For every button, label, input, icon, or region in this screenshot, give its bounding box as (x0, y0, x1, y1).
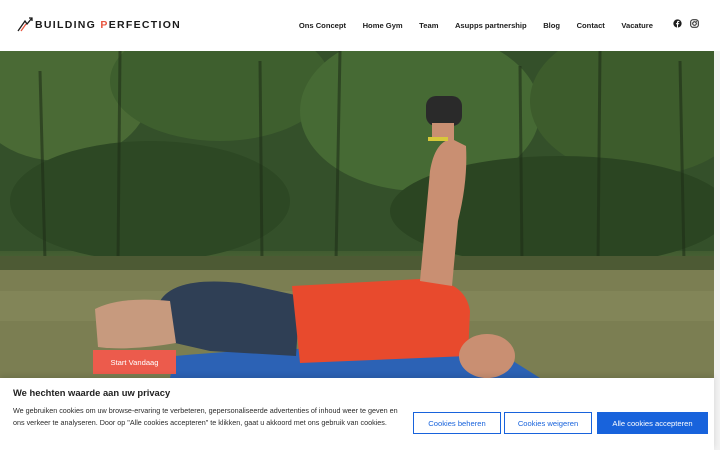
logo-text: BUILDING PERFECTION (35, 19, 182, 31)
nav-blog[interactable]: Blog (543, 21, 560, 30)
cookie-title: We hechten waarde aan uw privacy (13, 387, 171, 398)
accept-all-cookies-button[interactable]: Alle cookies accepteren (597, 412, 708, 434)
hero-photo (0, 51, 714, 378)
nav-vacature[interactable]: Vacature (621, 21, 653, 30)
site-header: BUILDING PERFECTION Ons Concept Home Gym… (0, 0, 720, 51)
cookie-text: We gebruiken cookies om uw browse-ervari… (13, 406, 398, 428)
nav-ons-concept[interactable]: Ons Concept (299, 21, 346, 30)
manage-cookies-button[interactable]: Cookies beheren (413, 412, 501, 434)
hero-image: Start Vandaag (0, 51, 714, 378)
facebook-icon[interactable] (673, 19, 682, 28)
nav-asupps-partnership[interactable]: Asupps partnership (455, 21, 527, 30)
site-logo[interactable]: BUILDING PERFECTION (17, 17, 181, 33)
page-scrollbar[interactable] (714, 51, 720, 450)
arrows-logo-icon (17, 17, 33, 32)
nav-contact[interactable]: Contact (577, 21, 605, 30)
start-today-button[interactable]: Start Vandaag (93, 350, 176, 374)
nav-home-gym[interactable]: Home Gym (363, 21, 403, 30)
social-links (673, 19, 699, 28)
main-nav: Ons Concept Home Gym Team Asupps partner… (282, 0, 653, 51)
nav-team[interactable]: Team (419, 21, 438, 30)
instagram-icon[interactable] (690, 19, 699, 28)
cookie-banner: We hechten waarde aan uw privacy We gebr… (0, 378, 714, 450)
reject-cookies-button[interactable]: Cookies weigeren (504, 412, 592, 434)
